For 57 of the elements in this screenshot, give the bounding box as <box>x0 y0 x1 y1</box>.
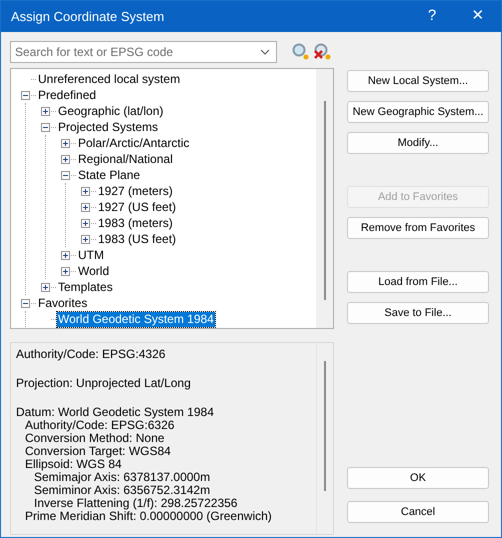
tree-item[interactable]: 1927 (US feet) <box>97 200 178 214</box>
scrollbar[interactable] <box>316 69 333 328</box>
dialog-button[interactable]: Modify... <box>347 132 489 154</box>
expand-icon[interactable] <box>81 202 90 212</box>
tree-item[interactable]: 1927 (meters) <box>97 184 174 198</box>
tree-item[interactable]: UTM <box>77 248 105 262</box>
dialog-button[interactable]: Save to File... <box>347 302 489 324</box>
tree-item[interactable]: 1983 (meters) <box>97 216 174 230</box>
tree-item[interactable]: World <box>77 264 110 278</box>
tree-item[interactable]: Favorites <box>37 296 88 310</box>
detail-line: Semiminor Axis: 6356752.3142m <box>34 484 212 497</box>
tree-item[interactable]: Regional/National <box>77 152 174 166</box>
search-icon[interactable] <box>292 43 310 61</box>
collapse-icon[interactable] <box>41 122 50 132</box>
collapse-icon[interactable] <box>21 90 30 100</box>
expand-icon[interactable] <box>81 234 90 244</box>
clear-search-icon[interactable] <box>313 43 331 61</box>
expand-icon[interactable] <box>41 106 50 116</box>
tree-item[interactable]: Templates <box>57 280 114 294</box>
detail-line: Prime Meridian Shift: 0.00000000 (Greenwich) <box>25 510 273 523</box>
tree-item[interactable]: Geographic (lat/lon) <box>57 104 164 118</box>
dialog-button[interactable]: New Geographic System... <box>347 101 489 123</box>
dialog-button[interactable]: Cancel <box>347 501 489 523</box>
detail-line: Inverse Flattening (1/f): 298.25722356 <box>34 497 238 510</box>
collapse-icon[interactable] <box>21 298 30 308</box>
tree-item[interactable]: 1983 (US feet) <box>97 232 178 246</box>
dialog-button[interactable]: Load from File... <box>347 271 489 293</box>
detail-line: Conversion Method: None <box>25 432 166 445</box>
help-button[interactable]: ? <box>409 1 455 32</box>
detail-line: Projection: Unprojected Lat/Long <box>16 377 192 390</box>
dialog-button[interactable]: New Local System... <box>347 70 489 92</box>
tree-item[interactable]: State Plane <box>77 168 142 182</box>
detail-line: Ellipsoid: WGS 84 <box>25 458 122 471</box>
expand-icon[interactable] <box>61 154 70 164</box>
expand-icon[interactable] <box>61 138 70 148</box>
expand-icon[interactable] <box>81 218 90 228</box>
close-button[interactable]: ✕ <box>455 1 501 32</box>
search-field[interactable]: Search for text or EPSG code <box>10 41 277 63</box>
dialog-button[interactable]: OK <box>347 467 489 489</box>
detail-line: Authority/Code: EPSG:4326 <box>16 348 166 361</box>
dialog-button[interactable]: Remove from Favorites <box>347 217 489 239</box>
tree-item[interactable]: Predefined <box>37 88 98 102</box>
tree-item[interactable]: World Geodetic System 1984 <box>57 312 215 326</box>
detail-line: Authority/Code: EPSG:6326 <box>25 419 174 432</box>
detail-line: Datum: World Geodetic System 1984 <box>16 406 215 419</box>
collapse-icon[interactable] <box>61 170 70 180</box>
expand-icon[interactable] <box>61 250 70 260</box>
expand-icon[interactable] <box>81 186 90 196</box>
detail-line: Semimajor Axis: 6378137.0000m <box>34 471 212 484</box>
dropdown-caret-icon[interactable] <box>260 49 270 55</box>
expand-icon[interactable] <box>41 282 50 292</box>
expand-icon[interactable] <box>61 266 70 276</box>
tree-item[interactable]: Projected Systems <box>57 120 160 134</box>
tree-item[interactable]: Polar/Arctic/Antarctic <box>77 136 190 150</box>
window-title: Assign Coordinate System <box>11 8 166 26</box>
detail-line: Conversion Target: WGS84 <box>25 445 172 458</box>
tree-item[interactable]: Unreferenced local system <box>37 72 182 86</box>
